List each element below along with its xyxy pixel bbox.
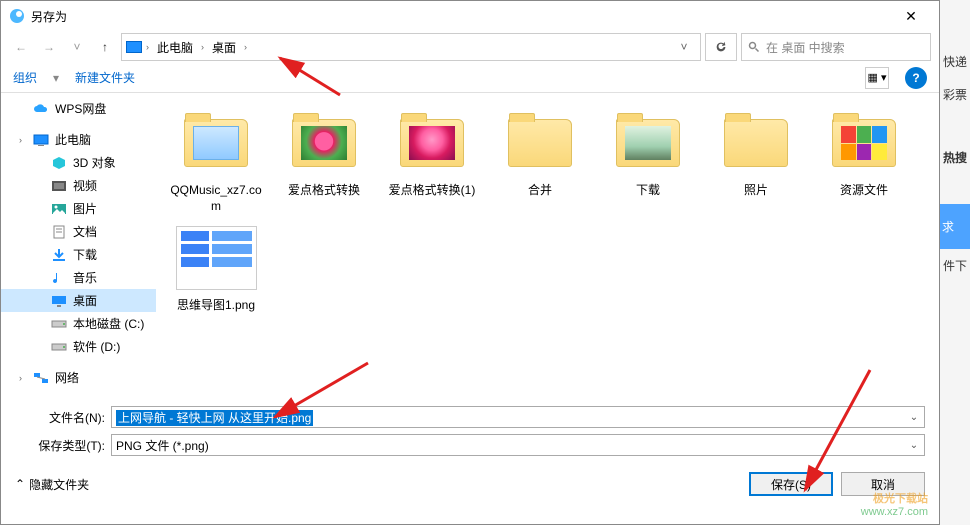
address-bar[interactable]: › 此电脑 › 桌面 › ˅ (121, 33, 701, 61)
help-button[interactable]: ? (905, 67, 927, 89)
filetype-select[interactable]: PNG 文件 (*.png) ⌄ (111, 434, 925, 456)
desktop-icon (51, 294, 67, 308)
filename-input[interactable]: 上网导航 - 轻快上网 从这里开始.png ⌄ (111, 406, 925, 428)
sidebar-ad-item[interactable]: 快递 (941, 45, 969, 78)
pic-icon (51, 202, 67, 216)
breadcrumb[interactable]: 桌面 (208, 39, 240, 56)
organize-button[interactable]: 组织 (13, 69, 37, 86)
file-label: QQMusic_xz7.com (166, 183, 266, 214)
chevron-up-icon: ⌃ (15, 477, 25, 491)
file-item[interactable]: 思维导图1.png (162, 218, 270, 318)
search-icon (748, 41, 760, 53)
file-item[interactable]: 照片 (702, 103, 810, 218)
filetype-label: 保存类型(T): (15, 437, 111, 454)
sidebar-ad-item[interactable]: 件下 (941, 249, 969, 282)
toolbar: 组织 ▾ 新建文件夹 ▦ ▾ ? (1, 63, 939, 93)
refresh-button[interactable] (705, 33, 737, 61)
navigation-bar: ← → ˅ ↑ › 此电脑 › 桌面 › ˅ 在 桌面 中搜索 (1, 31, 939, 63)
tree-item-disk[interactable]: 本地磁盘 (C:) (1, 312, 156, 335)
forward-button[interactable]: → (37, 35, 61, 59)
file-thumbnail (396, 107, 468, 179)
file-thumbnail (288, 107, 360, 179)
dropdown-icon[interactable]: ⌄ (906, 440, 922, 451)
file-thumbnail (504, 107, 576, 179)
tree-item-net[interactable]: ›网络 (1, 366, 156, 389)
file-thumbnail (828, 107, 900, 179)
file-item[interactable]: 爱点格式转换(1) (378, 103, 486, 218)
file-label: 思维导图1.png (177, 298, 255, 314)
tree-item-video[interactable]: 视频 (1, 174, 156, 197)
net-icon (33, 371, 49, 385)
view-options-button[interactable]: ▦ ▾ (865, 67, 889, 89)
tree-item-music[interactable]: 音乐 (1, 266, 156, 289)
new-folder-button[interactable]: 新建文件夹 (75, 69, 135, 86)
back-button[interactable]: ← (9, 35, 33, 59)
file-label: 照片 (744, 183, 768, 199)
sidebar-ad-item[interactable]: 求 (940, 204, 970, 249)
tree-item-cloud[interactable]: WPS网盘 (1, 97, 156, 120)
file-thumbnail (180, 222, 252, 294)
file-item[interactable]: 下载 (594, 103, 702, 218)
file-item[interactable]: QQMusic_xz7.com (162, 103, 270, 218)
disk-icon (51, 340, 67, 354)
form-area: 文件名(N): 上网导航 - 轻快上网 从这里开始.png ⌄ 保存类型(T):… (1, 398, 939, 466)
main-area: WPS网盘›此电脑3D 对象视频图片文档下载音乐桌面本地磁盘 (C:)软件 (D… (1, 93, 939, 398)
footer: ⌃ 隐藏文件夹 保存(S) 取消 (1, 466, 939, 506)
file-thumbnail (720, 107, 792, 179)
crumb-sep-icon: › (201, 42, 204, 52)
save-button[interactable]: 保存(S) (749, 472, 833, 496)
pc-icon (126, 41, 142, 53)
file-label: 爱点格式转换(1) (389, 183, 476, 199)
tree-item-desktop[interactable]: 桌面 (1, 289, 156, 312)
search-input[interactable]: 在 桌面 中搜索 (741, 33, 931, 61)
tree-item-pc[interactable]: ›此电脑 (1, 128, 156, 151)
watermark: 极光下载站 www.xz7.com (861, 493, 928, 519)
sidebar: WPS网盘 ›此电脑3D 对象视频图片文档下载音乐桌面本地磁盘 (C:)软件 (D… (1, 93, 156, 398)
file-label: 资源文件 (840, 183, 888, 199)
file-label: 爱点格式转换 (288, 183, 360, 199)
file-thumbnail (612, 107, 684, 179)
filename-label: 文件名(N): (15, 409, 111, 426)
titlebar: 另存为 ✕ (1, 1, 939, 31)
file-item[interactable]: 资源文件 (810, 103, 918, 218)
pc-icon (33, 133, 49, 147)
doc-icon (51, 225, 67, 239)
tree-item-3d[interactable]: 3D 对象 (1, 151, 156, 174)
tree-item-down[interactable]: 下载 (1, 243, 156, 266)
tree-item-disk[interactable]: 软件 (D:) (1, 335, 156, 358)
cloud-icon (33, 102, 49, 116)
address-dropdown-icon[interactable]: ˅ (672, 40, 696, 54)
up-button[interactable]: ˅ (65, 35, 89, 59)
right-side-panel: 快递 彩票 热搜 求 件下 (940, 0, 970, 525)
search-placeholder: 在 桌面 中搜索 (766, 39, 845, 56)
crumb-sep-icon: › (146, 42, 149, 52)
close-button[interactable]: ✕ (891, 1, 931, 31)
sidebar-ad-item[interactable]: 热搜 (941, 141, 969, 174)
tree-item-pic[interactable]: 图片 (1, 197, 156, 220)
up-level-button[interactable]: ↑ (93, 35, 117, 59)
file-item[interactable]: 爱点格式转换 (270, 103, 378, 218)
3d-icon (51, 156, 67, 170)
breadcrumb[interactable]: 此电脑 (153, 39, 197, 56)
app-icon (9, 8, 25, 24)
tree-item-doc[interactable]: 文档 (1, 220, 156, 243)
save-as-dialog: 另存为 ✕ ← → ˅ ↑ › 此电脑 › 桌面 › ˅ 在 桌面 中搜索 组织… (0, 0, 940, 525)
file-label: 合并 (528, 183, 552, 199)
sidebar-ad-item[interactable]: 彩票 (941, 78, 969, 111)
music-icon (51, 271, 67, 285)
file-item[interactable]: 合并 (486, 103, 594, 218)
dropdown-icon[interactable]: ⌄ (906, 412, 922, 423)
disk-icon (51, 317, 67, 331)
hide-folders-toggle[interactable]: ⌃ 隐藏文件夹 (15, 476, 89, 493)
dialog-title: 另存为 (31, 8, 891, 25)
file-content-area: QQMusic_xz7.com 爱点格式转换 爱点格式转换(1) 合并 下载 照片 资源文件… (156, 93, 939, 398)
down-icon (51, 248, 67, 262)
crumb-sep-icon: › (244, 42, 247, 52)
file-thumbnail (180, 107, 252, 179)
video-icon (51, 179, 67, 193)
file-label: 下载 (636, 183, 660, 199)
